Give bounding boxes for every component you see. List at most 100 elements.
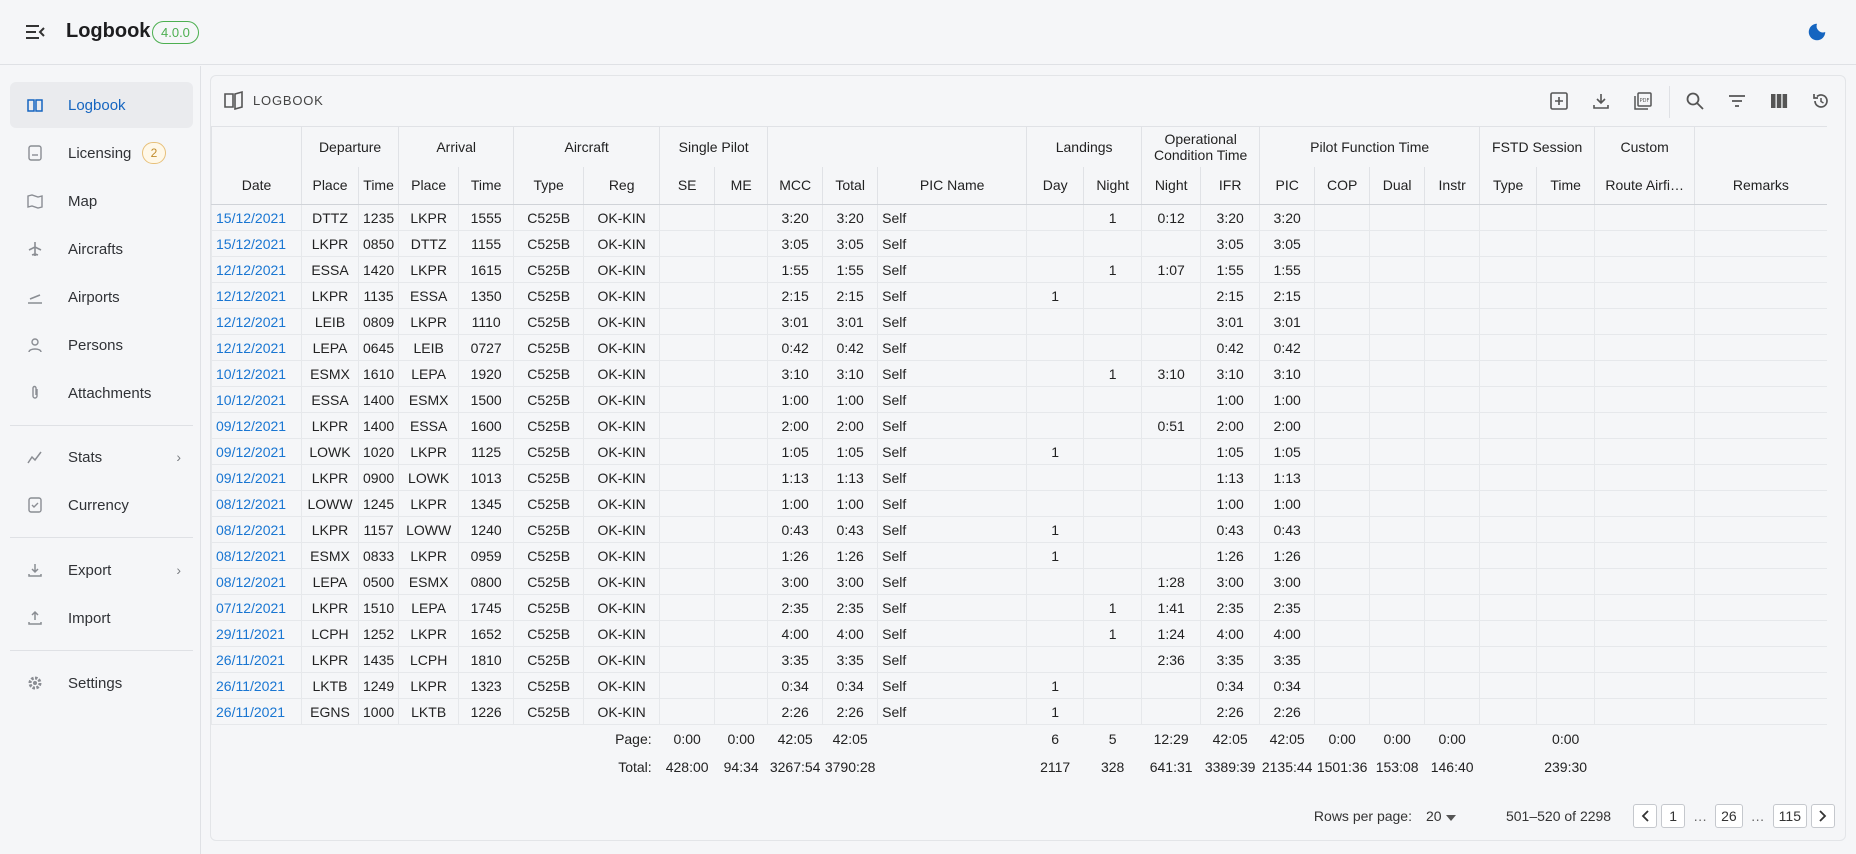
- sidebar-item-attachments[interactable]: Attachments: [10, 370, 193, 416]
- rows-per-page-value: 20: [1425, 808, 1442, 824]
- table-row[interactable]: 26/11/2021 LKPR 1435 LCPH 1810 C525B OK-KIN 3:3…: [211, 646, 1827, 673]
- date-link[interactable]: 10/12/2021: [211, 386, 302, 413]
- sidebar-item-airports[interactable]: Airports: [10, 274, 193, 320]
- column-header[interactable]: ME: [714, 166, 768, 205]
- sidebar-item-import[interactable]: Import: [10, 595, 193, 641]
- column-header[interactable]: Type: [513, 166, 584, 205]
- rows-per-page-select[interactable]: 20: [1426, 808, 1464, 824]
- table-cell: 3:05: [822, 230, 878, 257]
- pdf-export-icon[interactable]: PDF: [1630, 88, 1656, 114]
- date-link[interactable]: 08/12/2021: [211, 568, 302, 595]
- sidebar-item-export[interactable]: Export ›: [10, 547, 193, 593]
- column-header[interactable]: COP: [1314, 166, 1370, 205]
- table-cell: [1424, 568, 1480, 595]
- date-link[interactable]: 12/12/2021: [211, 256, 302, 283]
- sidebar-item-map[interactable]: Map: [10, 178, 193, 224]
- column-header[interactable]: Reg: [583, 166, 660, 205]
- table-cell: OK-KIN: [583, 256, 660, 283]
- next-page-button[interactable]: [1811, 804, 1835, 828]
- table-row[interactable]: 08/12/2021 LOWW 1245 LKPR 1345 C525B OK-KIN 1:0…: [211, 490, 1827, 517]
- page-button-first[interactable]: 1: [1661, 804, 1686, 828]
- table-row[interactable]: 09/12/2021 LOWK 1020 LKPR 1125 C525B OK-KIN 1:0…: [211, 438, 1827, 465]
- table-cell: 2:15: [822, 282, 878, 309]
- column-header[interactable]: Date: [211, 166, 302, 205]
- column-header[interactable]: Night: [1141, 166, 1201, 205]
- date-link[interactable]: 09/12/2021: [211, 412, 302, 439]
- column-header[interactable]: Place: [398, 166, 459, 205]
- table-row[interactable]: 26/11/2021 LKTB 1249 LKPR 1323 C525B OK-KIN 0:3…: [211, 672, 1827, 699]
- sidebar-item-aircrafts[interactable]: Aircrafts: [10, 226, 193, 272]
- table-row[interactable]: 15/12/2021 LKPR 0850 DTTZ 1155 C525B OK-KIN 3:0…: [211, 230, 1827, 257]
- table-cell: Self: [877, 230, 1027, 257]
- column-header[interactable]: Time: [1536, 166, 1595, 205]
- page-button-last[interactable]: 115: [1772, 804, 1807, 828]
- dark-mode-moon-icon[interactable]: [1806, 21, 1830, 45]
- sidebar-item-currency[interactable]: Currency: [10, 482, 193, 528]
- column-header[interactable]: Total: [822, 166, 878, 205]
- sidebar-item-logbook[interactable]: Logbook: [10, 82, 193, 128]
- column-header[interactable]: Time: [458, 166, 514, 205]
- date-link[interactable]: 09/12/2021: [211, 464, 302, 491]
- date-link[interactable]: 07/12/2021: [211, 594, 302, 621]
- column-header[interactable]: Night: [1083, 166, 1142, 205]
- table-row[interactable]: 15/12/2021 DTTZ 1235 LKPR 1555 C525B OK-KIN 3:2…: [211, 204, 1827, 231]
- date-link[interactable]: 26/11/2021: [211, 672, 302, 699]
- table-row[interactable]: 10/12/2021 ESSA 1400 ESMX 1500 C525B OK-KIN 1:0…: [211, 386, 1827, 413]
- column-header[interactable]: SE: [659, 166, 715, 205]
- column-header[interactable]: IFR: [1200, 166, 1260, 205]
- reset-history-icon[interactable]: [1808, 88, 1834, 114]
- table-cell: C525B: [513, 308, 584, 335]
- column-header[interactable]: Day: [1026, 166, 1084, 205]
- column-header[interactable]: Dual: [1369, 166, 1425, 205]
- date-link[interactable]: 26/11/2021: [211, 698, 302, 725]
- table-row[interactable]: 12/12/2021 ESSA 1420 LKPR 1615 C525B OK-KIN 1:5…: [211, 256, 1827, 283]
- date-link[interactable]: 08/12/2021: [211, 542, 302, 569]
- page-button-current[interactable]: 26: [1715, 804, 1743, 828]
- date-link[interactable]: 12/12/2021: [211, 308, 302, 335]
- sidebar-item-licensing[interactable]: Licensing 2: [10, 130, 193, 176]
- date-link[interactable]: 26/11/2021: [211, 646, 302, 673]
- column-header[interactable]: Type: [1479, 166, 1537, 205]
- download-icon[interactable]: [1588, 88, 1614, 114]
- add-entry-icon[interactable]: [1546, 88, 1572, 114]
- filter-icon[interactable]: [1724, 88, 1750, 114]
- table-row[interactable]: 12/12/2021 LEPA 0645 LEIB 0727 C525B OK-KIN 0:4…: [211, 334, 1827, 361]
- date-link[interactable]: 08/12/2021: [211, 490, 302, 517]
- date-link[interactable]: 09/12/2021: [211, 438, 302, 465]
- table-row[interactable]: 09/12/2021 LKPR 0900 LOWK 1013 C525B OK-KIN 1:1…: [211, 464, 1827, 491]
- sidebar-item-settings[interactable]: Settings: [10, 660, 193, 706]
- sidebar-item-persons[interactable]: Persons: [10, 322, 193, 368]
- date-link[interactable]: 10/12/2021: [211, 360, 302, 387]
- date-link[interactable]: 12/12/2021: [211, 334, 302, 361]
- column-header[interactable]: MCC: [767, 166, 823, 205]
- table-row[interactable]: 10/12/2021 ESMX 1610 LEPA 1920 C525B OK-KIN 3:1…: [211, 360, 1827, 387]
- table-row[interactable]: 08/12/2021 ESMX 0833 LKPR 0959 C525B OK-KIN 1:2…: [211, 542, 1827, 569]
- date-link[interactable]: 29/11/2021: [211, 620, 302, 647]
- date-link[interactable]: 08/12/2021: [211, 516, 302, 543]
- date-link[interactable]: 15/12/2021: [211, 204, 302, 231]
- column-header[interactable]: PIC: [1259, 166, 1315, 205]
- column-header[interactable]: Time: [357, 166, 399, 205]
- table-row[interactable]: 07/12/2021 LKPR 1510 LEPA 1745 C525B OK-KIN 2:3…: [211, 594, 1827, 621]
- card-title: LOGBOOK: [253, 93, 324, 108]
- column-header[interactable]: PIC Name: [877, 166, 1027, 205]
- column-header[interactable]: Instr: [1424, 166, 1480, 205]
- column-header[interactable]: Route Airfi…: [1594, 166, 1695, 205]
- search-icon[interactable]: [1682, 88, 1708, 114]
- columns-icon[interactable]: [1766, 88, 1792, 114]
- table-row[interactable]: 29/11/2021 LCPH 1252 LKPR 1652 C525B OK-KIN 4:0…: [211, 620, 1827, 647]
- date-link[interactable]: 12/12/2021: [211, 282, 302, 309]
- table-row[interactable]: 12/12/2021 LEIB 0809 LKPR 1110 C525B OK-KIN 3:0…: [211, 308, 1827, 335]
- table-row[interactable]: 26/11/2021 EGNS 1000 LKTB 1226 C525B OK-KIN 2:2…: [211, 698, 1827, 725]
- prev-page-button[interactable]: [1633, 804, 1658, 828]
- table-row[interactable]: 08/12/2021 LEPA 0500 ESMX 0800 C525B OK-KIN 3:0…: [211, 568, 1827, 595]
- column-header[interactable]: Remarks: [1694, 166, 1827, 205]
- date-link[interactable]: 15/12/2021: [211, 230, 302, 257]
- table-row[interactable]: 09/12/2021 LKPR 1400 ESSA 1600 C525B OK-KIN 2:0…: [211, 412, 1827, 439]
- menu-collapse-icon[interactable]: [24, 22, 48, 44]
- column-header[interactable]: Place: [301, 166, 359, 205]
- table-cell: [1594, 282, 1695, 309]
- sidebar-item-stats[interactable]: Stats ›: [10, 434, 193, 480]
- table-row[interactable]: 08/12/2021 LKPR 1157 LOWW 1240 C525B OK-KIN 0:4…: [211, 516, 1827, 543]
- table-row[interactable]: 12/12/2021 LKPR 1135 ESSA 1350 C525B OK-KIN 2:1…: [211, 282, 1827, 309]
